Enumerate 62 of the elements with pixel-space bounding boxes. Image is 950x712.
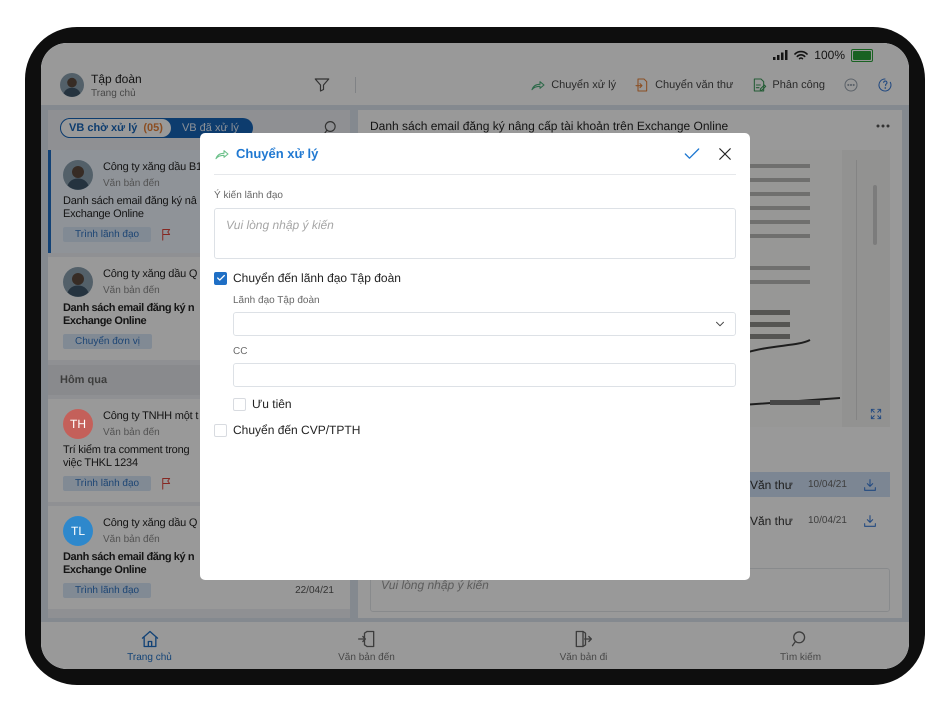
document-title: Danh sách email đăng ký nâ Exchange Online	[63, 195, 197, 221]
opinion-field[interactable]: Vui lòng nhập ý kiến	[214, 208, 736, 259]
sender-name: Công ty xăng dầu Q	[103, 268, 198, 280]
filter-icon[interactable]	[313, 76, 331, 94]
checkbox-label: Ưu tiên	[252, 397, 292, 411]
avatar: TL	[63, 516, 93, 546]
user-avatar-icon	[60, 73, 84, 97]
checkbox[interactable]	[214, 272, 227, 284]
document-title: Danh sách email đăng ký n Exchange Online	[63, 302, 194, 328]
avatar-icon	[63, 267, 93, 297]
field-label: CC	[233, 346, 248, 357]
signal-icon	[773, 50, 788, 60]
door-exit-icon	[573, 628, 594, 648]
document-type: Văn bản đến	[103, 178, 161, 189]
download-icon[interactable]	[862, 512, 878, 528]
attachment-date: 10/04/21	[808, 479, 848, 490]
nav-tab[interactable]: Văn bản đến	[332, 622, 401, 669]
document-type: Văn bản đến	[103, 427, 161, 438]
document-type: Văn bản đến	[103, 285, 161, 296]
attachment-date: 10/04/21	[808, 515, 848, 526]
document-date: 22/04/21	[295, 585, 334, 596]
avatar-icon	[63, 160, 93, 190]
help-icon[interactable]	[877, 77, 893, 93]
document-title: Danh sách email đăng ký n Exchange Online	[63, 551, 194, 577]
toolbar-button[interactable]: Chuyển xử lý	[530, 77, 616, 93]
sender-role: Văn thư	[750, 514, 794, 528]
attachment-row[interactable]: Văn thư 10/04/21	[370, 508, 890, 533]
status-tag: Trình lãnh đạo	[63, 583, 152, 598]
document-pencil-icon	[751, 77, 768, 93]
toolbar-button[interactable]: Phân công	[751, 77, 825, 93]
sender-role: Văn thư	[750, 478, 794, 492]
document-title: Trí kiểm tra comment trong việc THKL 1234	[63, 444, 190, 470]
sender-name: Công ty xăng dầu Q	[103, 517, 198, 529]
input-field[interactable]	[233, 363, 736, 387]
nav-tab[interactable]: Trang chủ	[121, 622, 178, 669]
wifi-icon	[794, 50, 808, 60]
nav-tab[interactable]: Văn bản đi	[554, 622, 614, 669]
field-label: Lãnh đạo Tập đoàn	[233, 295, 321, 306]
document-type: Văn bản đến	[103, 534, 161, 545]
toolbar-button[interactable]: Chuyển văn thư	[634, 77, 734, 93]
expand-icon[interactable]	[869, 407, 883, 421]
avatar: TH	[63, 409, 93, 439]
sender-name: Công ty TNHH một t	[103, 410, 198, 422]
status-tag: Trình lãnh đạo	[63, 476, 152, 491]
field-label: Ý kiến lãnh đạo	[214, 190, 284, 201]
more-icon[interactable]	[843, 77, 859, 93]
page-subtitle: Trang chủ	[91, 88, 137, 98]
door-enter-icon	[356, 628, 376, 648]
org-name: Tập đoàn	[91, 72, 143, 86]
filter-tab[interactable]: VB chờ xử lý (05)	[60, 118, 172, 138]
status-tag: Chuyển đơn vị	[63, 334, 152, 349]
status-tag: Trình lãnh đạo	[63, 227, 152, 242]
battery-percent: 100%	[814, 48, 845, 62]
battery-icon	[851, 48, 873, 62]
sender-name: Công ty xăng dầu B1	[103, 161, 202, 173]
select-field[interactable]	[233, 312, 736, 336]
more-icon[interactable]	[876, 124, 890, 128]
home-icon	[140, 628, 160, 648]
filter-tab[interactable]: VB đã xử lý	[172, 118, 253, 138]
document-heading: Danh sách email đăng ký nâng cấp tài khoản trên Exchange Online	[370, 119, 728, 133]
download-icon[interactable]	[862, 476, 878, 492]
nav-tab[interactable]: Tìm kiếm	[774, 622, 828, 669]
